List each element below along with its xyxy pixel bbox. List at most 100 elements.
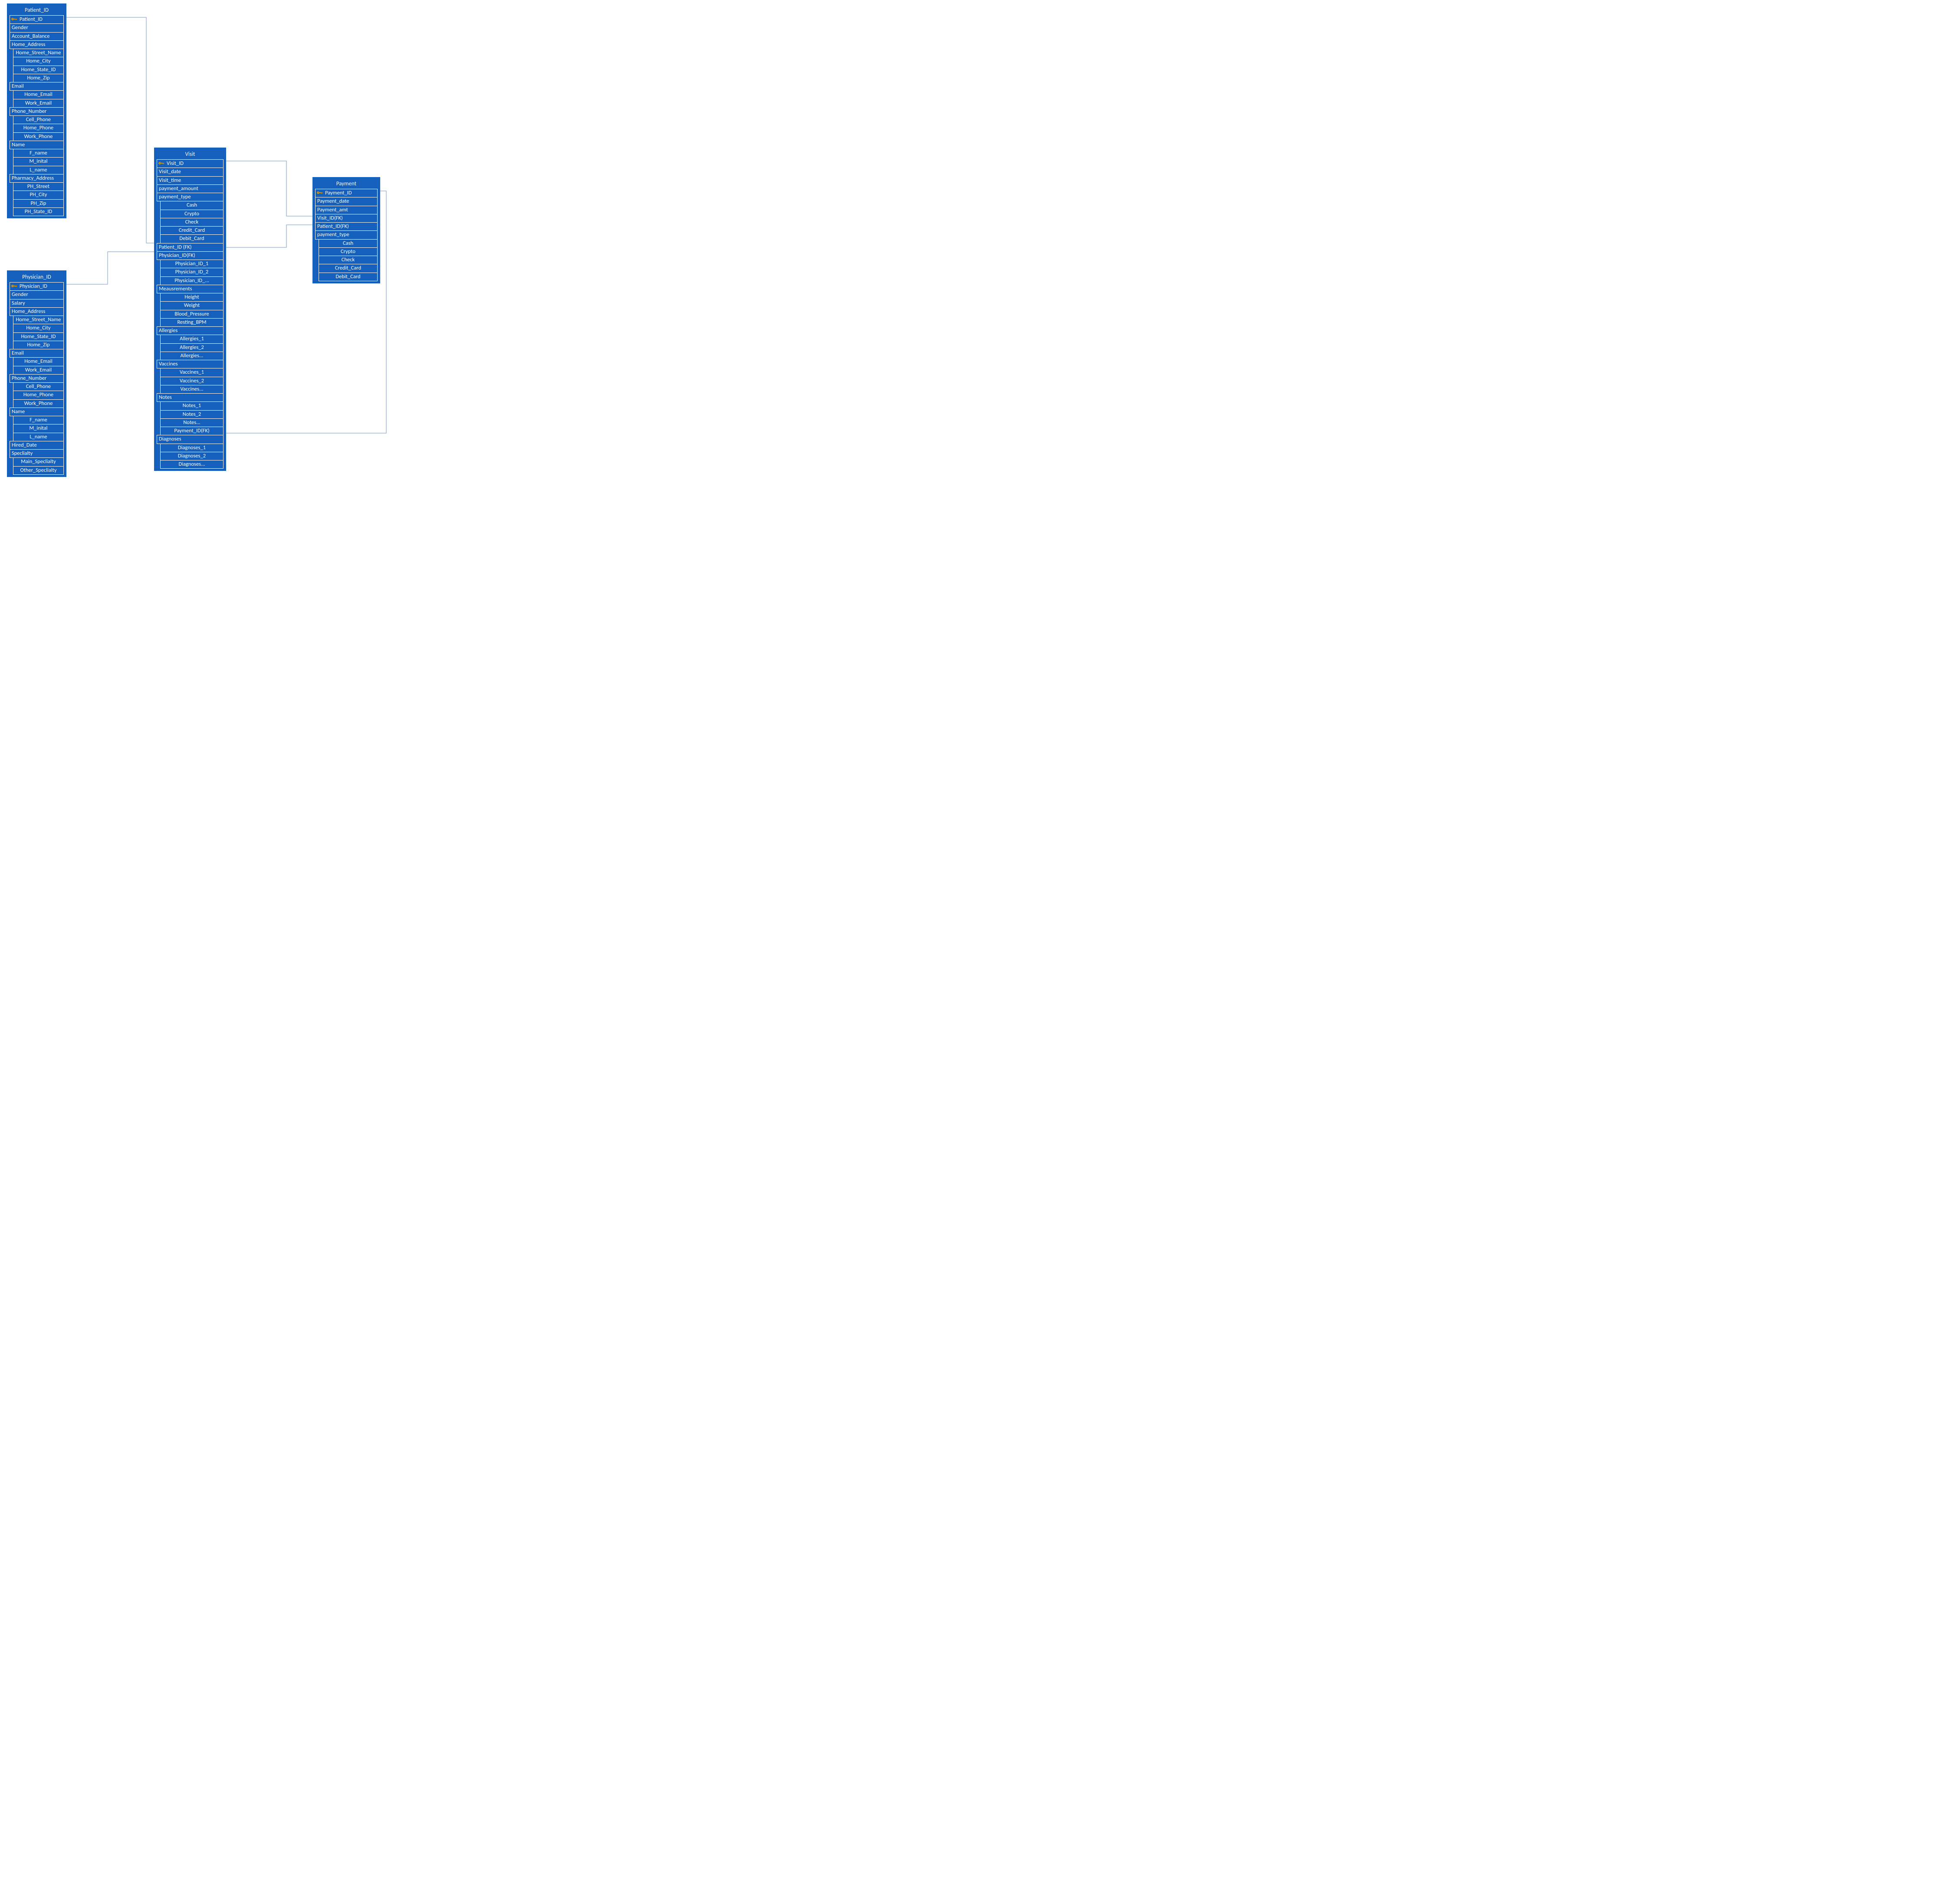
field-row: Debit_Card: [160, 234, 224, 243]
field-row: PH_Street: [13, 182, 64, 191]
field-row: Payment_amt: [315, 206, 378, 214]
field-label: Meausrements: [159, 286, 192, 292]
field-row: Credit_Card: [319, 264, 378, 273]
field-row: Hired_Date: [10, 441, 64, 450]
field-label: Phone_Number: [12, 108, 46, 115]
field-row: F_name: [13, 416, 64, 424]
field-label: Notes...: [183, 419, 200, 426]
field-label: Speclialty: [12, 450, 33, 457]
field-label: Phone_Number: [12, 375, 46, 381]
field-row: Home_State_ID: [13, 66, 64, 74]
field-row: Main_Speclialty: [13, 457, 64, 466]
field-label: Physician_ID(FK): [159, 252, 195, 259]
field-row: Work_Phone: [13, 399, 64, 408]
field-label: Notes_1: [183, 402, 201, 409]
field-row: Allergies...: [160, 352, 224, 360]
field-label: Allergies_2: [180, 344, 204, 351]
field-row: Home_Street_Name: [13, 49, 64, 57]
field-label: Payment_ID: [325, 190, 352, 196]
field-row: Physician_ID(FK): [157, 251, 224, 260]
field-label: Pharmacy_Address: [12, 175, 54, 181]
field-row: F_name: [13, 149, 64, 158]
field-row: Crypto: [319, 247, 378, 256]
field-label: Notes: [159, 394, 172, 401]
field-label: Home_City: [26, 58, 50, 64]
field-label: Work_Email: [25, 100, 52, 106]
field-label: Visit_ID(FK): [317, 215, 343, 221]
field-row: Salary: [10, 299, 64, 308]
field-row: Payment_ID: [315, 189, 378, 197]
field-row: PH_State_ID: [13, 207, 64, 216]
field-label: payment_type: [317, 231, 349, 238]
field-row: L_name: [13, 166, 64, 174]
field-row: Work_Phone: [13, 132, 64, 141]
field-label: Blood_Pressure: [174, 311, 209, 317]
field-row: Home_Phone: [13, 124, 64, 132]
field-label: Visit_time: [159, 177, 181, 184]
field-row: payment_type: [157, 193, 224, 201]
field-label: Home_Address: [12, 41, 45, 48]
field-row: Home_Zip: [13, 74, 64, 82]
primary-key-icon: [158, 160, 165, 166]
field-label: Cash: [187, 202, 197, 208]
field-label: Payment_amt: [317, 207, 348, 213]
relationship-lines: [0, 0, 503, 493]
field-label: Patient_ID (FK): [159, 244, 192, 250]
field-label: Work_Phone: [24, 400, 53, 407]
field-row: Vaccines_2: [160, 377, 224, 385]
field-label: Physician_ID_1: [175, 260, 208, 267]
field-row: M_inital: [13, 157, 64, 166]
field-label: L_name: [30, 434, 47, 440]
field-row: Pharmacy_Address: [10, 174, 64, 183]
field-label: F_name: [30, 417, 47, 423]
field-row: Account_Balance: [10, 32, 64, 41]
field-row: Height: [160, 293, 224, 302]
field-row: L_name: [13, 433, 64, 441]
field-row: Home_Address: [10, 40, 64, 49]
field-label: Home_Phone: [23, 125, 53, 131]
field-label: Home_Street_Name: [16, 49, 61, 56]
field-label: Home_Email: [24, 91, 53, 98]
field-label: Email: [12, 83, 24, 89]
field-row: Notes: [157, 393, 224, 402]
field-row: PH_City: [13, 191, 64, 199]
field-label: Resting_BPM: [177, 319, 206, 326]
field-label: Patient_ID(FK): [317, 223, 349, 230]
field-row: Work_Email: [13, 366, 64, 375]
field-label: Physician_ID: [20, 283, 47, 289]
field-label: Home_Email: [24, 358, 53, 365]
field-row: Crypto: [160, 210, 224, 218]
field-row: payment_amount: [157, 184, 224, 193]
field-row: PH_Zip: [13, 199, 64, 208]
field-label: Hired_Date: [12, 442, 37, 448]
field-row: Home_State_ID: [13, 332, 64, 341]
field-label: Cell_Phone: [26, 383, 51, 390]
field-label: Main_Speclialty: [21, 458, 56, 465]
field-label: Home_Zip: [27, 75, 49, 81]
field-row: Payment_ID(FK): [160, 427, 224, 435]
field-row: Home_Street_Name: [13, 316, 64, 324]
field-label: Physician_ID_...: [174, 277, 209, 284]
field-label: Weight: [184, 302, 200, 309]
entity-title: Patient_ID: [10, 6, 64, 15]
field-row: Speclialty: [10, 449, 64, 458]
field-label: PH_Street: [27, 183, 49, 190]
field-row: Check: [160, 218, 224, 227]
primary-key-icon: [316, 190, 323, 196]
field-label: Home_State_ID: [21, 66, 56, 73]
entity-rows: Visit_IDVisit_dateVisit_timepayment_amou…: [157, 159, 224, 469]
field-label: payment_amount: [159, 185, 198, 192]
entity-patient: Patient_ID Patient_IDGenderAccount_Balan…: [7, 3, 66, 218]
field-label: Notes_2: [183, 411, 201, 418]
field-row: Home_City: [13, 57, 64, 66]
field-label: Diagnoses_2: [178, 453, 206, 459]
field-label: Vaccines: [159, 361, 178, 367]
field-row: Physician_ID_...: [160, 276, 224, 285]
field-row: Patient_ID: [10, 15, 64, 24]
field-row: Cell_Phone: [13, 382, 64, 391]
field-row: Resting_BPM: [160, 318, 224, 327]
field-label: Home_State_ID: [21, 333, 56, 340]
field-row: Email: [10, 349, 64, 358]
field-label: Diagnoses_1: [178, 444, 206, 451]
field-row: Name: [10, 141, 64, 149]
